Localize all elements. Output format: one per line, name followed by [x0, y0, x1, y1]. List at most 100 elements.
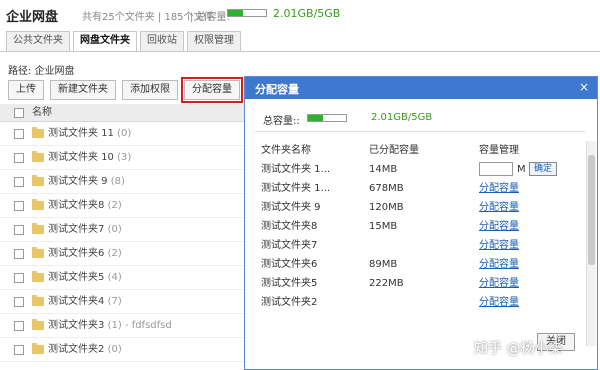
folder-icon — [32, 342, 44, 354]
toolbar: 上传 新建文件夹 添加权限 分配容量 — [8, 77, 246, 103]
row-checkbox[interactable] — [14, 296, 24, 307]
allocation-row: 测试文件夹7 分配容量 — [261, 236, 579, 255]
allocation-row: 测试文件夹6 89MB 分配容量 — [261, 255, 579, 274]
folder-name[interactable]: 测试文件夹 10 (3) — [48, 146, 131, 170]
folder-icon — [32, 174, 44, 186]
folder-count: (0) — [107, 224, 122, 235]
folder-count: (3) — [117, 152, 132, 163]
allocation-folder-name: 测试文件夹7 — [261, 240, 318, 251]
folder-name[interactable]: 测试文件夹3 (1) - fdfsdfsd — [48, 314, 172, 338]
folder-count: (7) — [107, 296, 122, 307]
tab-netdisk-folders[interactable]: 网盘文件夹 — [73, 31, 137, 52]
folder-list: 名称 测试文件夹 11 (0) 测试文件夹 10 (3) 测试文件夹 9 (8) 测试… — [0, 104, 244, 362]
allocate-capacity-link[interactable]: 分配容量 — [479, 278, 519, 289]
list-item[interactable]: 测试文件夹6 (2) — [0, 242, 244, 266]
allocation-folder-name: 测试文件夹5 — [261, 278, 318, 289]
allocation-folder-name: 测试文件夹 9 — [261, 202, 321, 213]
list-item[interactable]: 测试文件夹7 (0) — [0, 218, 244, 242]
close-icon[interactable]: × — [579, 80, 589, 94]
folder-name[interactable]: 测试文件夹 11 (0) — [48, 122, 131, 146]
folder-icon — [32, 198, 44, 210]
folder-name[interactable]: 测试文件夹6 (2) — [48, 242, 122, 266]
select-all-checkbox[interactable] — [14, 107, 24, 118]
confirm-button[interactable]: 确定 — [529, 162, 558, 176]
folder-name[interactable]: 测试文件夹8 (2) — [48, 194, 122, 218]
folder-count: (1) - fdfsdfsd — [107, 320, 172, 331]
upload-button[interactable]: 上传 — [8, 80, 44, 100]
allocation-table-header: 文件夹名称 已分配容量 容量管理 — [261, 141, 579, 160]
row-checkbox[interactable] — [14, 272, 24, 283]
folder-icon — [32, 318, 44, 330]
new-folder-button[interactable]: 新建文件夹 — [50, 80, 116, 100]
folder-name[interactable]: 测试文件夹2 (0) — [48, 338, 122, 362]
allocation-row: 测试文件夹2 分配容量 — [261, 293, 579, 312]
allocated-value: 15MB — [369, 221, 398, 232]
row-checkbox[interactable] — [14, 176, 24, 187]
folder-name-text: 测试文件夹2 — [48, 344, 105, 355]
folder-name[interactable]: 测试文件夹 9 (8) — [48, 170, 125, 194]
allocate-capacity-dialog: 分配容量 × 总容量:: 2.01GB/5GB 文件夹名称 已分配容量 容量管理… — [244, 76, 598, 370]
folder-name[interactable]: 测试文件夹4 (7) — [48, 290, 122, 314]
dialog-capacity-label: 总容量:: — [263, 116, 300, 127]
column-name-header: 名称 — [32, 107, 52, 118]
row-checkbox[interactable] — [14, 248, 24, 259]
allocate-capacity-link[interactable]: 分配容量 — [479, 240, 519, 251]
folder-name-text: 测试文件夹6 — [48, 248, 105, 259]
dialog-capacity-value: 2.01GB/5GB — [371, 112, 433, 123]
folder-name-text: 测试文件夹 11 — [48, 128, 114, 139]
allocation-folder-name: 测试文件夹6 — [261, 259, 318, 270]
list-item[interactable]: 测试文件夹 9 (8) — [0, 170, 244, 194]
list-item[interactable]: 测试文件夹5 (4) — [0, 266, 244, 290]
row-checkbox[interactable] — [14, 320, 24, 331]
allocate-capacity-button[interactable]: 分配容量 — [181, 77, 243, 103]
allocation-folder-name: 测试文件夹2 — [261, 297, 318, 308]
folder-name[interactable]: 测试文件夹7 (0) — [48, 218, 122, 242]
folder-count: (0) — [117, 128, 132, 139]
folder-name-text: 测试文件夹8 — [48, 200, 105, 211]
allocate-capacity-link[interactable]: 分配容量 — [479, 259, 519, 270]
folder-icon — [32, 126, 44, 138]
folder-name[interactable]: 测试文件夹5 (4) — [48, 266, 122, 290]
allocated-value: 222MB — [369, 278, 404, 289]
allocation-row: 测试文件夹8 15MB 分配容量 — [261, 217, 579, 236]
folder-icon — [32, 246, 44, 258]
dialog-divider — [255, 131, 585, 132]
dialog-title: 分配容量 — [255, 83, 299, 96]
column-allocated: 已分配容量 — [369, 145, 419, 156]
tab-public-folders[interactable]: 公共文件夹 — [6, 31, 70, 51]
allocate-capacity-link[interactable]: 分配容量 — [479, 202, 519, 213]
list-item[interactable]: 测试文件夹3 (1) - fdfsdfsd — [0, 314, 244, 338]
allocated-value: 678MB — [369, 183, 404, 194]
column-folder-name: 文件夹名称 — [261, 145, 311, 156]
allocation-folder-name: 测试文件夹 1... — [261, 164, 331, 175]
list-item[interactable]: 测试文件夹4 (7) — [0, 290, 244, 314]
allocate-capacity-link[interactable]: 分配容量 — [479, 297, 519, 308]
scrollbar-thumb[interactable] — [588, 155, 595, 265]
allocation-row: 测试文件夹 9 120MB 分配容量 — [261, 198, 579, 217]
allocate-capacity-link[interactable]: 分配容量 — [479, 183, 519, 194]
allocation-folder-name: 测试文件夹8 — [261, 221, 318, 232]
allocation-row: 测试文件夹 1... 14MB M 确定 — [261, 160, 579, 179]
allocated-value: 89MB — [369, 259, 398, 270]
folder-name-text: 测试文件夹7 — [48, 224, 105, 235]
capacity-input[interactable] — [479, 162, 513, 176]
row-checkbox[interactable] — [14, 344, 24, 355]
list-item[interactable]: 测试文件夹 11 (0) — [0, 122, 244, 146]
tab-bar: 公共文件夹 网盘文件夹 回收站 权限管理 — [6, 31, 244, 52]
list-item[interactable]: 测试文件夹2 (0) — [0, 338, 244, 362]
dialog-scrollbar[interactable] — [586, 141, 596, 346]
folder-name-text: 测试文件夹5 — [48, 272, 105, 283]
capacity-label: | 总容量: — [190, 12, 230, 23]
row-checkbox[interactable] — [14, 200, 24, 211]
tab-permission-management[interactable]: 权限管理 — [187, 31, 241, 51]
list-item[interactable]: 测试文件夹8 (2) — [0, 194, 244, 218]
app-title: 企业网盘 — [6, 10, 59, 25]
row-checkbox[interactable] — [14, 224, 24, 235]
row-checkbox[interactable] — [14, 128, 24, 139]
watermark: 知乎 @杨小柒 — [474, 341, 563, 357]
tab-recycle-bin[interactable]: 回收站 — [140, 31, 184, 51]
add-permission-button[interactable]: 添加权限 — [122, 80, 178, 100]
row-checkbox[interactable] — [14, 152, 24, 163]
list-item[interactable]: 测试文件夹 10 (3) — [0, 146, 244, 170]
allocate-capacity-link[interactable]: 分配容量 — [479, 221, 519, 232]
